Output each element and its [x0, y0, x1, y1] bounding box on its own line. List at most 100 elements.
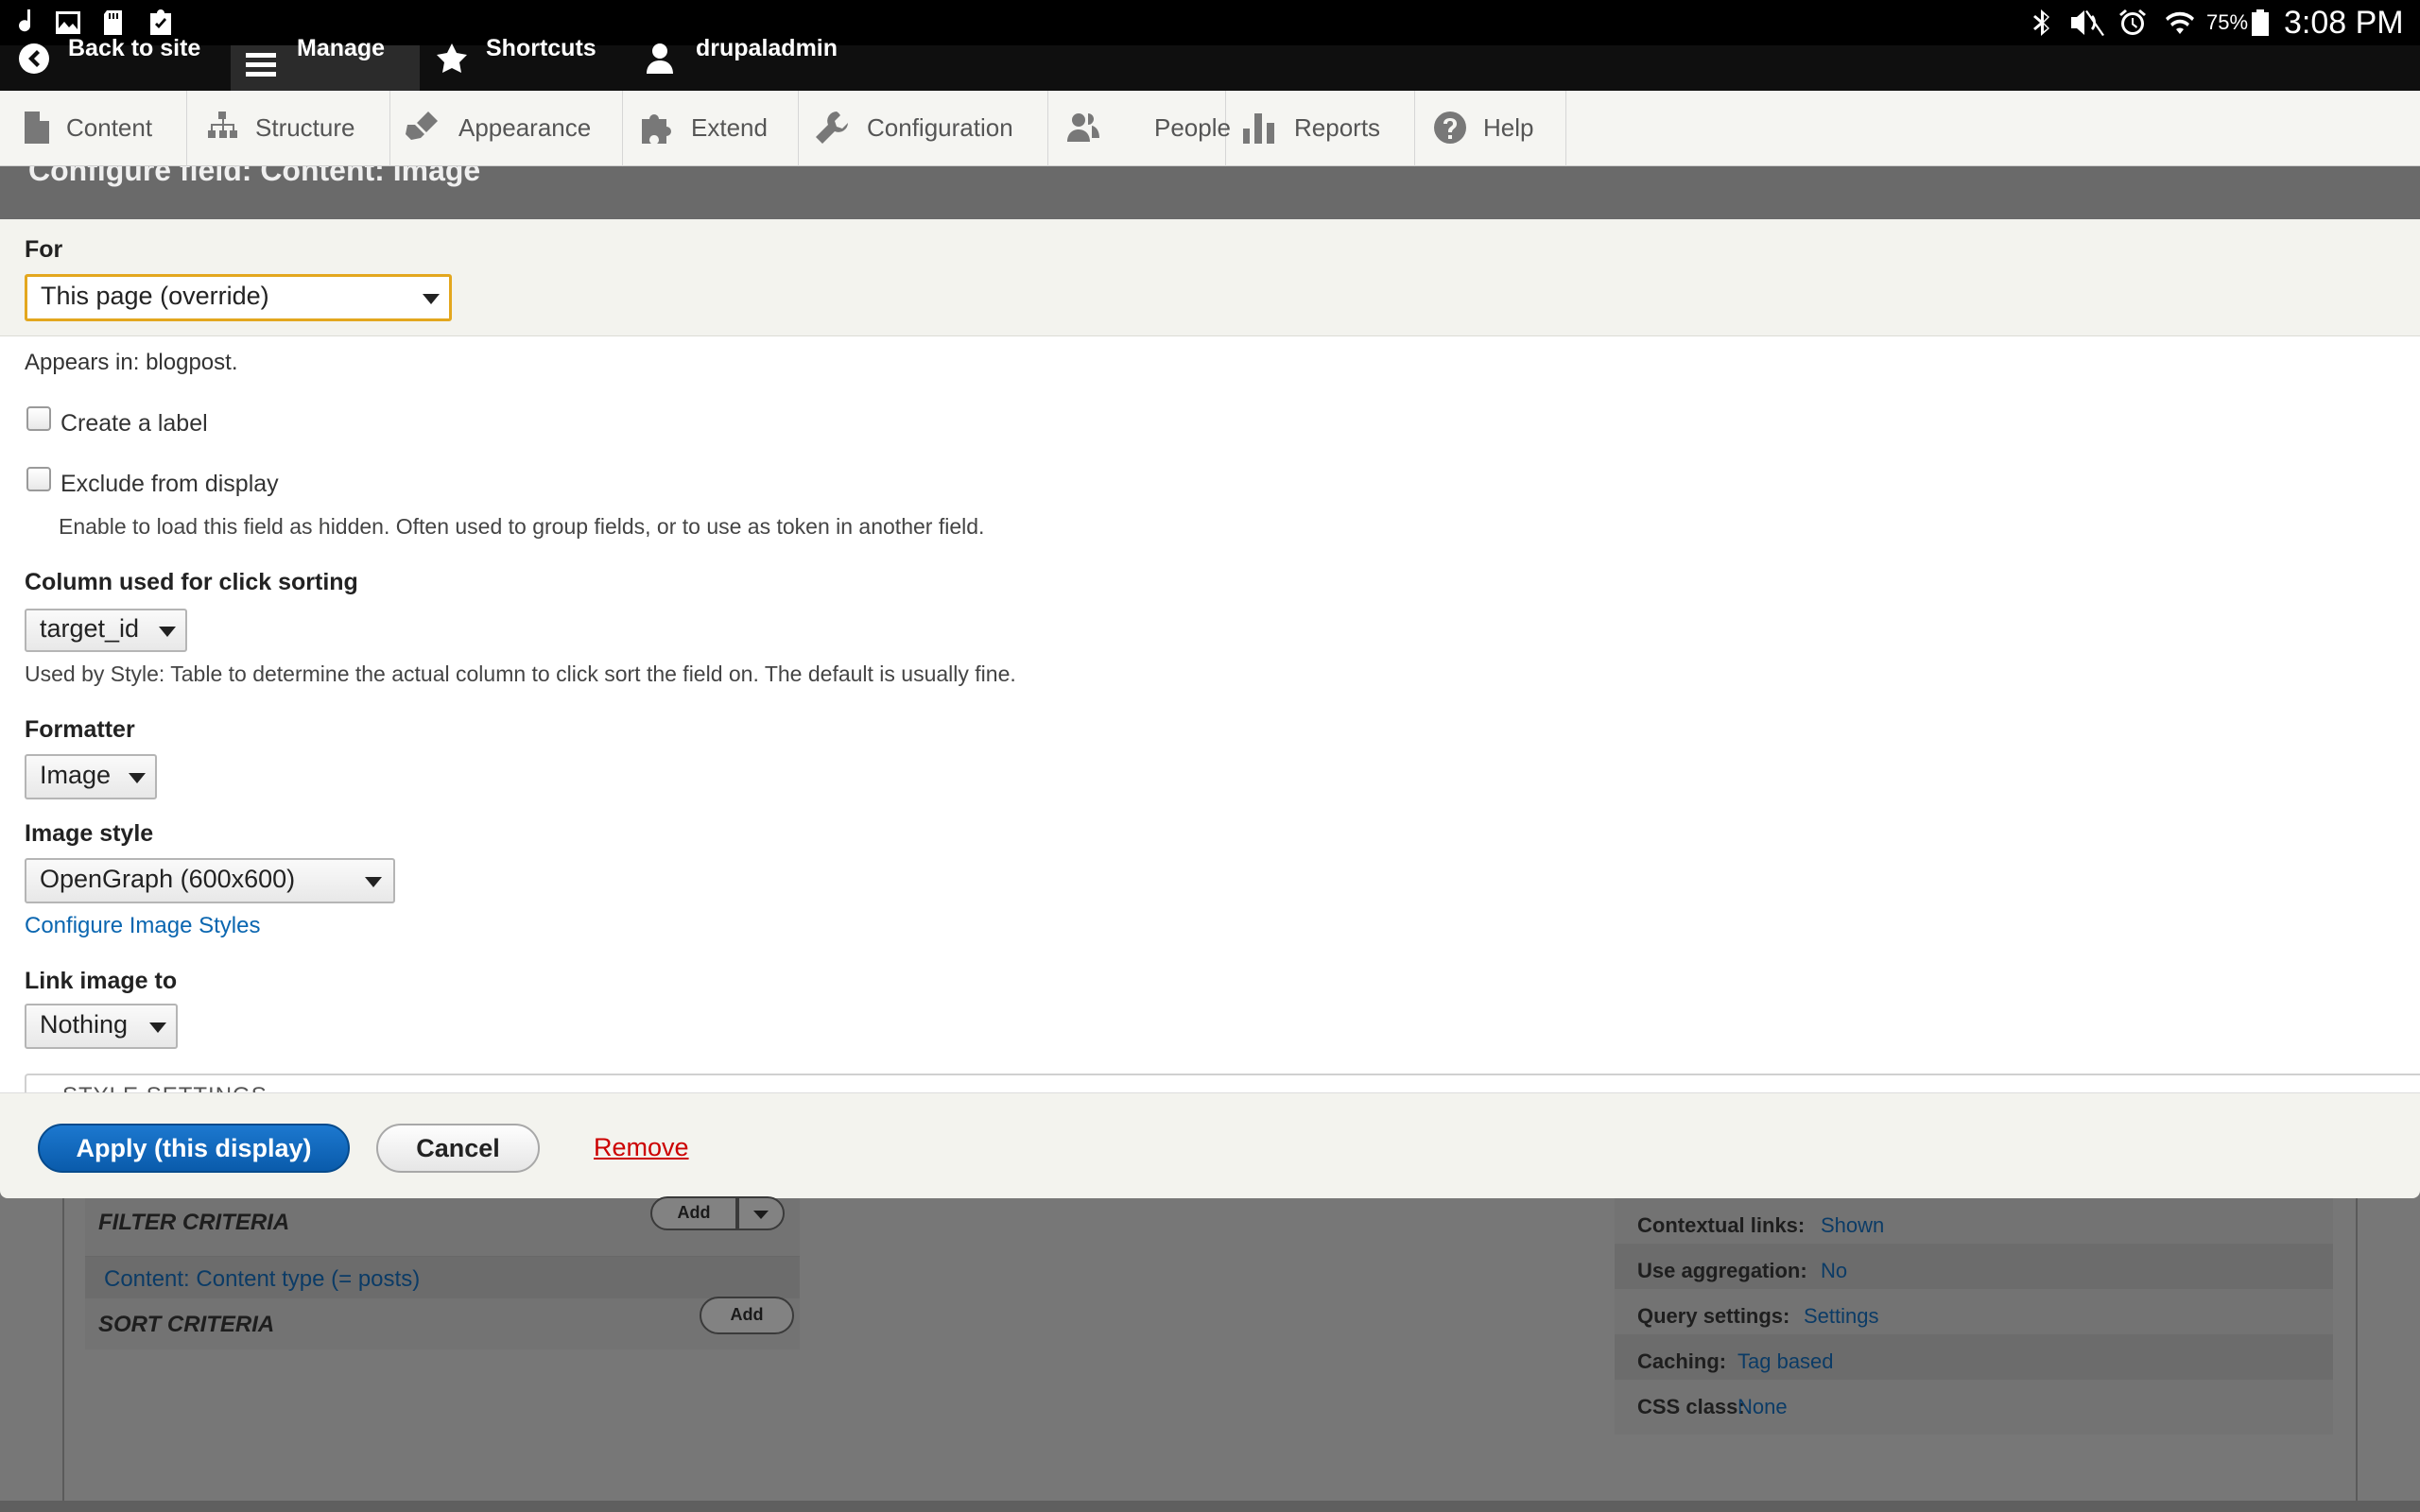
help-icon [1434, 112, 1466, 144]
filter-criteria-header: FILTER CRITERIA Add [85, 1196, 800, 1257]
menu-label: Reports [1294, 113, 1381, 142]
filter-add-dropdown[interactable] [737, 1196, 785, 1230]
menu-item-extend[interactable]: Extend [623, 91, 799, 166]
alarm-icon [2119, 9, 2146, 35]
menu-label: Extend [691, 113, 768, 142]
remove-link[interactable]: Remove [594, 1133, 689, 1162]
menu-item-appearance[interactable]: Appearance [390, 91, 623, 166]
for-section: For This page (override) [0, 219, 2420, 336]
style-settings-legend: STYLE SETTINGS [62, 1083, 268, 1092]
people-icon [1067, 113, 1099, 142]
image-style-value: OpenGraph (600x600) [40, 865, 296, 893]
dialog-titlebar: Configure field: Content: Image [0, 166, 2420, 219]
settings-row: Use aggregation: No [1615, 1244, 2333, 1289]
click-sort-description: Used by Style: Table to determine the ac… [25, 662, 1016, 686]
style-settings-fieldset[interactable]: STYLE SETTINGS [25, 1074, 2420, 1092]
setting-label: Contextual links: [1637, 1213, 1806, 1237]
image-style-select[interactable]: OpenGraph (600x600) [25, 858, 395, 903]
chevron-down-icon [423, 294, 440, 304]
create-label-text: Create a label [60, 410, 208, 437]
settings-row: Contextual links: Shown [1615, 1198, 2333, 1244]
setting-value-link[interactable]: Tag based [1737, 1349, 1834, 1374]
click-sort-select[interactable]: target_id [25, 609, 187, 652]
chevron-down-icon [129, 773, 146, 783]
menu-item-people[interactable]: People [1048, 91, 1231, 166]
create-label-checkbox[interactable] [26, 406, 51, 431]
menu-label: Structure [255, 113, 355, 142]
sort-add-button[interactable]: Add [700, 1297, 794, 1334]
exclude-display-checkbox[interactable] [26, 467, 51, 491]
chevron-down-icon [159, 627, 176, 637]
setting-label: Query settings: [1637, 1304, 1790, 1328]
for-select-value: This page (override) [41, 282, 269, 310]
mute-icon [2071, 10, 2104, 36]
for-label: For [25, 236, 63, 263]
manage-label: Manage [297, 35, 386, 61]
background-footer-strip [0, 1501, 2420, 1512]
back-to-site-label: Back to site [68, 35, 201, 61]
exclude-display-text: Exclude from display [60, 471, 279, 497]
setting-value-link[interactable]: No [1821, 1259, 1847, 1283]
exclude-display-description: Enable to load this field as hidden. Oft… [59, 514, 985, 539]
link-image-select[interactable]: Nothing [25, 1004, 178, 1049]
settings-row: Query settings: Settings [1615, 1289, 2333, 1334]
user-tab[interactable]: drupaladmin [639, 37, 866, 91]
admin-menu-tray: Content Structure Appearance Extend Conf… [0, 91, 2420, 166]
settings-row: CSS class: None [1615, 1380, 2333, 1425]
menu-item-help[interactable]: Help [1415, 91, 1566, 166]
menu-item-structure[interactable]: Structure [187, 91, 390, 166]
chevron-down-icon [149, 1022, 166, 1033]
cancel-button[interactable]: Cancel [376, 1124, 540, 1173]
wrench-icon [816, 112, 848, 144]
setting-value-link[interactable]: Shown [1821, 1213, 1884, 1238]
brush-icon [406, 112, 438, 140]
menu-item-configuration[interactable]: Configuration [799, 91, 1048, 166]
configure-image-styles-link[interactable]: Configure Image Styles [25, 913, 260, 939]
settings-row: Caching: Tag based [1615, 1334, 2333, 1380]
filter-item-link[interactable]: Content: Content type (= posts) [104, 1266, 420, 1293]
dialog-button-pane: Apply (this display) Cancel Remove [0, 1092, 2420, 1198]
for-select[interactable]: This page (override) [25, 274, 452, 321]
user-icon [647, 43, 673, 74]
battery-percent: 75% [2206, 10, 2249, 34]
menu-label: People [1154, 113, 1231, 142]
back-arrow-icon [19, 43, 49, 74]
sd-card-icon [104, 10, 122, 35]
clipboard-check-icon [150, 9, 171, 35]
click-sort-value: target_id [40, 614, 140, 643]
setting-label: Use aggregation: [1637, 1259, 1807, 1282]
setting-value-link[interactable]: None [1737, 1395, 1788, 1419]
chevron-down-icon [753, 1211, 769, 1219]
menu-label: Content [66, 113, 153, 142]
music-note-icon [19, 9, 31, 32]
filter-add-button[interactable]: Add [650, 1196, 737, 1230]
bar-chart-icon [1243, 113, 1274, 144]
shortcuts-label: Shortcuts [486, 35, 596, 61]
formatter-value: Image [40, 761, 112, 789]
formatter-select[interactable]: Image [25, 754, 157, 799]
filter-row[interactable]: Content: Content type (= posts) [85, 1257, 800, 1298]
manage-tab[interactable]: Manage [231, 37, 420, 91]
setting-label: CSS class: [1637, 1395, 1745, 1418]
menu-label: Help [1483, 113, 1534, 142]
wifi-icon [2166, 11, 2194, 34]
chevron-down-icon [365, 877, 382, 887]
apply-button[interactable]: Apply (this display) [38, 1124, 350, 1173]
background-filter-panel: FILTER CRITERIA Add Content: Content typ… [85, 1196, 800, 1349]
back-to-site-link[interactable]: Back to site [0, 37, 217, 91]
puzzle-icon [642, 114, 672, 144]
background-settings-panel: Contextual links: Shown Use aggregation:… [1615, 1198, 2333, 1435]
setting-value-link[interactable]: Settings [1804, 1304, 1879, 1329]
image-style-label: Image style [25, 820, 154, 847]
page-icon [25, 112, 49, 144]
clock: 3:08 PM [2284, 5, 2404, 41]
link-image-label: Link image to [25, 968, 178, 994]
bluetooth-icon [2033, 9, 2049, 36]
battery-icon [2252, 9, 2269, 36]
shortcuts-tab[interactable]: Shortcuts [431, 37, 620, 91]
menu-item-reports[interactable]: Reports [1226, 91, 1415, 166]
appears-in-text: Appears in: blogpost. [25, 350, 238, 375]
dialog-title: Configure field: Content: Image [28, 166, 481, 187]
menu-label: Configuration [867, 113, 1013, 142]
menu-item-content[interactable]: Content [0, 91, 187, 166]
